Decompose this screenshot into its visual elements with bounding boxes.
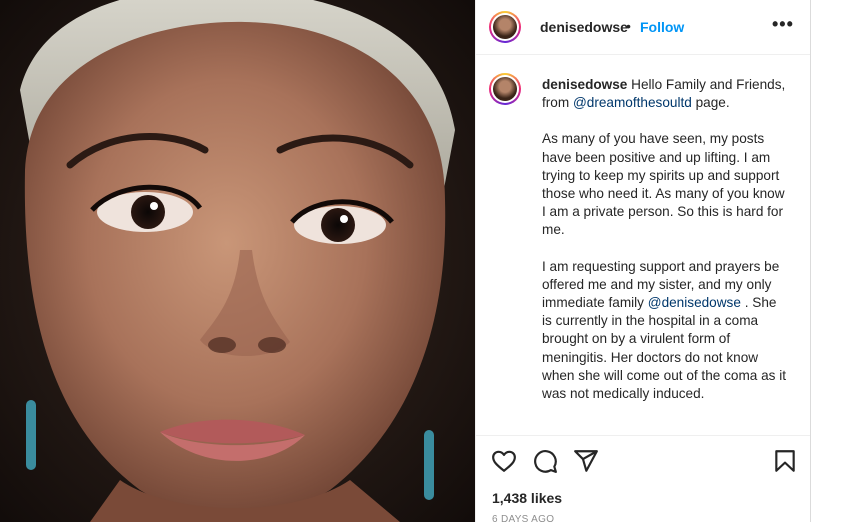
post-caption: denisedowse Hello Family and Friends, fr… (476, 55, 811, 435)
caption-avatar[interactable] (489, 73, 521, 105)
mention-link[interactable]: @dreamofthesoultd (573, 95, 692, 110)
action-bar (476, 435, 811, 488)
mention-link[interactable]: @denisedowse (648, 295, 741, 310)
caption-text: denisedowse Hello Family and Friends, fr… (542, 76, 788, 421)
post-header: denisedowse • Follow ••• (476, 0, 811, 55)
bookmark-icon[interactable] (772, 448, 798, 474)
separator-dot: • (626, 18, 631, 34)
right-gutter (810, 0, 854, 522)
post-photo[interactable] (0, 0, 475, 522)
more-options-icon[interactable]: ••• (772, 14, 794, 35)
follow-button[interactable]: Follow (640, 19, 684, 35)
post-timestamp[interactable]: 6 DAYS AGO (492, 514, 554, 525)
post-panel: denisedowse • Follow ••• denisedowse Hel… (475, 0, 811, 525)
caption-paragraph-3: I am requesting support and prayers be o… (542, 258, 788, 404)
author-avatar[interactable] (489, 11, 521, 43)
caption-paragraph-2: As many of you have seen, my posts have … (542, 131, 785, 238)
portrait-image (0, 0, 475, 522)
author-username[interactable]: denisedowse (540, 19, 628, 35)
send-icon[interactable] (573, 448, 599, 474)
heart-icon[interactable] (491, 448, 517, 474)
comment-icon[interactable] (532, 448, 558, 474)
instagram-post-page: denisedowse • Follow ••• denisedowse Hel… (0, 0, 854, 525)
caption-para1-end: page. (691, 95, 730, 111)
caption-para3-end: . She is currently in the hospital in a … (542, 295, 787, 402)
caption-username[interactable]: denisedowse (542, 77, 627, 92)
likes-count[interactable]: 1,438 likes (492, 490, 562, 506)
caption-paragraph-1: denisedowse Hello Family and Friends, fr… (542, 76, 788, 112)
